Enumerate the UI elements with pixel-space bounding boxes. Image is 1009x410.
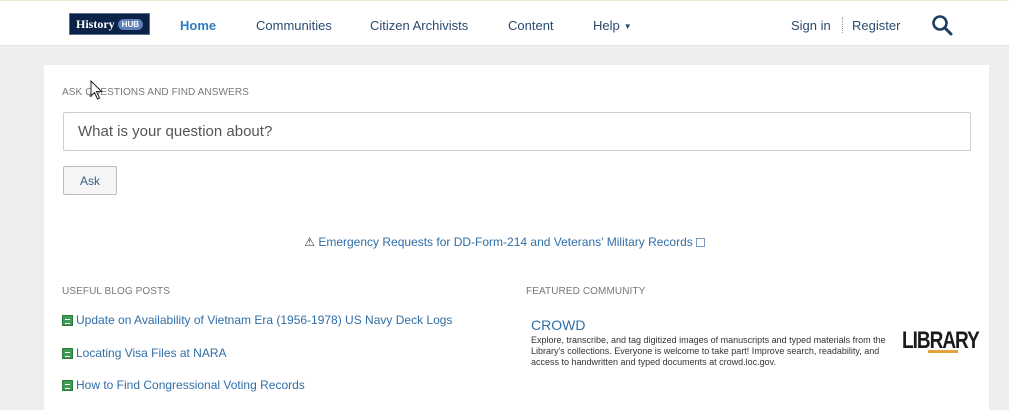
nav-communities[interactable]: Communities	[256, 18, 332, 33]
emergency-requests-link[interactable]: Emergency Requests for DD-Form-214 and V…	[318, 235, 692, 249]
blog-section-label: USEFUL BLOG POSTS	[62, 286, 171, 297]
blog-post-title: Update on Availability of Vietnam Era (1…	[76, 313, 453, 327]
sign-in-link[interactable]: Sign in	[791, 18, 831, 33]
featured-community-label: FEATURED COMMUNITY	[526, 286, 646, 297]
blog-post-icon	[62, 379, 73, 391]
register-link[interactable]: Register	[852, 18, 900, 33]
blog-post-item[interactable]: Locating Visa Files at NARA	[62, 346, 227, 360]
mouse-cursor-icon	[90, 80, 103, 100]
featured-community-title[interactable]: CROWD	[531, 317, 585, 333]
blog-post-title: Locating Visa Files at NARA	[76, 346, 227, 360]
library-logo[interactable]: LIBRARY	[902, 328, 980, 354]
question-search-input[interactable]	[63, 112, 971, 151]
blog-post-title: How to Find Congressional Voting Records	[76, 378, 305, 392]
external-link-icon	[695, 238, 705, 247]
blog-post-icon	[62, 347, 73, 359]
library-logo-accent	[928, 350, 958, 353]
history-hub-logo[interactable]: History HUB	[69, 13, 151, 35]
nav-divider	[842, 17, 843, 33]
nav-citizen-archivists[interactable]: Citizen Archivists	[370, 18, 468, 33]
search-icon[interactable]	[930, 13, 954, 37]
chevron-down-icon: ▼	[623, 22, 632, 32]
blog-post-icon	[62, 314, 73, 326]
nav-help[interactable]: Help ▼	[593, 18, 632, 33]
nav-home[interactable]: Home	[180, 18, 216, 33]
nav-help-label: Help	[593, 18, 620, 33]
logo-text: History	[76, 16, 115, 31]
blog-post-item[interactable]: Update on Availability of Vietnam Era (1…	[62, 313, 452, 327]
nav-content[interactable]: Content	[508, 18, 554, 33]
logo-badge: HUB	[117, 18, 144, 30]
featured-community-description: Explore, transcribe, and tag digitized i…	[531, 335, 886, 367]
ask-button[interactable]: Ask	[63, 166, 117, 195]
emergency-notice: ⚠ Emergency Requests for DD-Form-214 and…	[0, 235, 1009, 249]
warning-icon: ⚠	[304, 235, 315, 249]
blog-post-item[interactable]: How to Find Congressional Voting Records	[62, 378, 305, 392]
top-navigation-bar: History HUB Home Communities Citizen Arc…	[0, 0, 1009, 46]
